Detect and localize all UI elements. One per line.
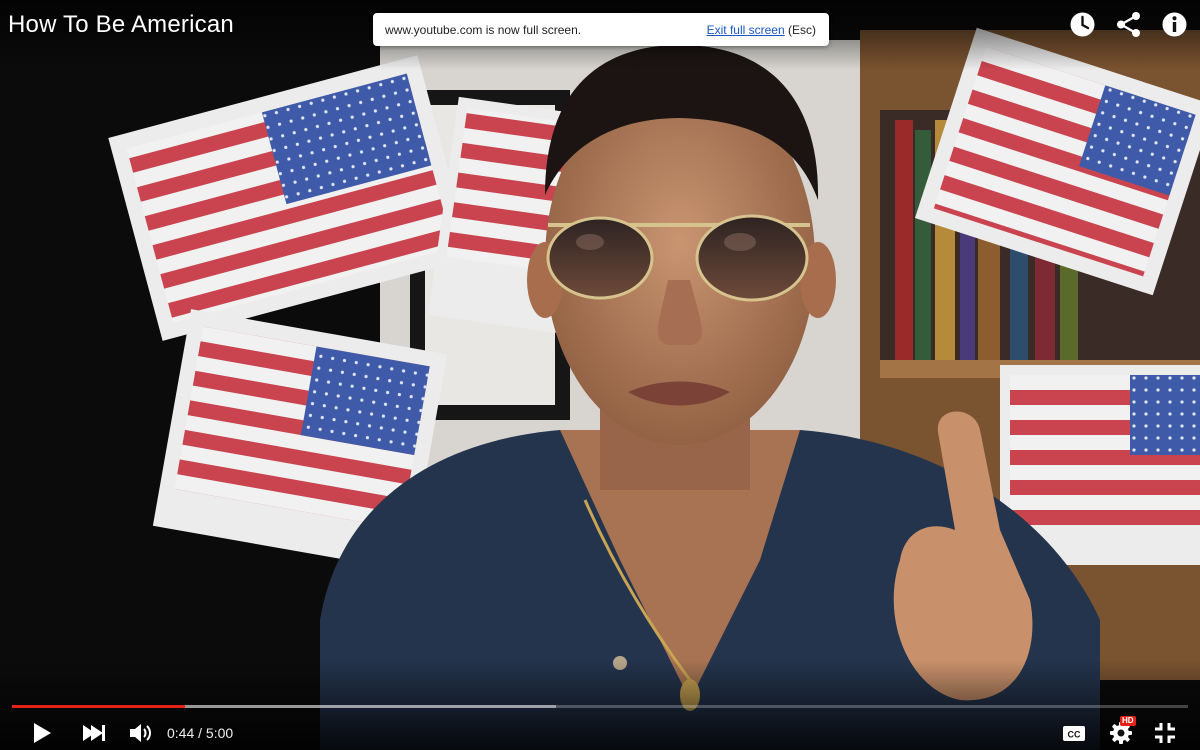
top-actions [1068,10,1188,38]
exit-fullscreen-button[interactable] [1150,716,1180,750]
video-frame[interactable] [0,0,1200,750]
time-display: 0:44 / 5:00 [167,725,233,741]
fullscreen-exit-group: Exit full screen (Esc) [707,23,816,37]
video-title[interactable]: How To Be American [8,11,234,39]
progress-bar[interactable] [12,705,1188,708]
current-time: 0:44 [167,725,195,741]
settings-button[interactable]: HD [1106,716,1136,750]
next-icon [83,725,105,741]
share-icon [1116,11,1140,37]
volume-button[interactable] [128,716,154,750]
next-button[interactable] [80,716,108,750]
exit-fullscreen-icon [1155,723,1175,743]
captions-button[interactable]: CC [1060,716,1088,750]
fullscreen-message: www.youtube.com is now full screen. [385,23,582,37]
clock-icon [1070,12,1094,36]
time-separator: / [194,725,206,741]
captions-icon: CC [1063,725,1085,741]
play-button[interactable] [28,716,56,750]
play-icon [34,723,51,743]
exit-fullscreen-hint: (Esc) [788,23,816,37]
duration: 5:00 [205,725,234,741]
progress-played [12,705,185,708]
hd-badge: HD [1120,716,1136,726]
control-bar: 0:44 / 5:00 CC HD [0,716,1200,750]
fullscreen-notification: www.youtube.com is now full screen. Exit… [373,13,829,46]
share-button[interactable] [1114,10,1142,38]
exit-fullscreen-link[interactable]: Exit full screen [707,23,785,37]
info-icon [1162,12,1186,36]
video-player[interactable]: How To Be American www.youtube.com is no… [0,0,1200,750]
watch-later-button[interactable] [1068,10,1096,38]
volume-icon [130,724,151,742]
info-button[interactable] [1160,10,1188,38]
svg-text:CC: CC [1068,729,1081,739]
